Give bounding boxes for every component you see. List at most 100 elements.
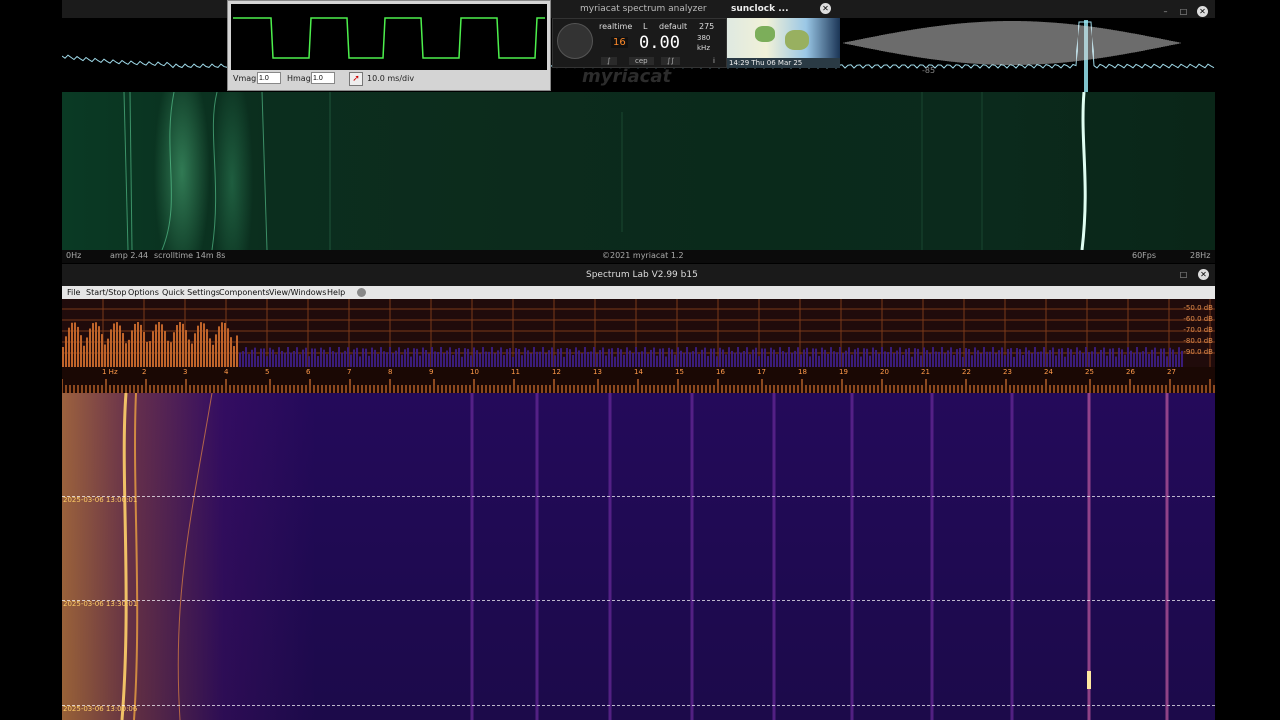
- myriacat-logo: myriacat: [582, 66, 672, 87]
- waterfall-bright-trace: [133, 393, 139, 720]
- info-icon[interactable]: i: [713, 57, 715, 65]
- minimize-icon[interactable]: –: [1160, 6, 1171, 17]
- db-label: -50.0 dB: [1183, 304, 1213, 312]
- axis-tick-label: 4: [224, 368, 229, 376]
- sunclock-datetime: 14:29 Thu 06 Mar 25: [729, 59, 803, 67]
- waterfall-strong-line: [1080, 92, 1087, 250]
- unit-label: kHz: [697, 44, 710, 52]
- waterfall-trace: [177, 393, 213, 720]
- amp-label: amp 2.44: [110, 251, 149, 260]
- mode-label[interactable]: realtime: [599, 22, 632, 31]
- oscilloscope-controls: Vmag Hmag ➚ 10.0 ms/div: [231, 71, 547, 89]
- db-label: -90.0 dB: [1183, 348, 1213, 356]
- cursor-icon[interactable]: ➚: [349, 72, 363, 86]
- oscilloscope-trace: [233, 17, 545, 59]
- menu-file[interactable]: File: [67, 288, 80, 297]
- hmag-label: Hmag: [287, 74, 311, 83]
- close-icon[interactable]: ✕: [1198, 269, 1209, 280]
- db-label: -80.0 dB: [1183, 337, 1213, 345]
- myriacat-control-panel: realtime L default 275 16 0.00 380 kHz ∫…: [552, 18, 727, 68]
- fps-label: 60Fps: [1132, 251, 1157, 260]
- myriacat-title: myriacat spectrum analyzer: [580, 4, 707, 14]
- vmag-input[interactable]: [257, 72, 281, 84]
- axis-ticks: [62, 379, 1215, 393]
- axis-tick-label: 11: [511, 368, 520, 376]
- myriacat-waterfall[interactable]: [62, 92, 1215, 250]
- knob-icon[interactable]: [557, 23, 593, 59]
- spectrum-lab-spectrum[interactable]: -50.0 dB -60.0 dB -70.0 dB -80.0 dB -90.…: [62, 299, 1215, 367]
- time-marker-line: [62, 496, 1215, 497]
- axis-tick-label: 19: [839, 368, 848, 376]
- axis-tick-label: 13: [593, 368, 602, 376]
- maximize-icon[interactable]: □: [1178, 269, 1189, 280]
- vmag-label: Vmag: [233, 74, 257, 83]
- oscilloscope-window[interactable]: Vmag Hmag ➚ 10.0 ms/div: [227, 0, 551, 91]
- axis-tick-label: 8: [388, 368, 393, 376]
- waterfall-hotspot: [1087, 671, 1091, 689]
- spectrum-lab-waterfall-lines: [120, 393, 1169, 720]
- axis-tick-label: 3: [183, 368, 188, 376]
- spectrum-lab-menubar: File Start/Stop Options Quick Settings C…: [62, 286, 1215, 299]
- value-mid: 380: [697, 34, 711, 42]
- scrolltime-label: scrolltime 14m 8s: [154, 251, 226, 260]
- timebase-label: 10.0 ms/div: [367, 74, 415, 83]
- frequency-axis[interactable]: 1 Hz 2 3 4 5 6 7 8 9 10 11 12 13 14 15 16 17 18 19 20 21 22 2…: [62, 367, 1215, 393]
- big-display: 0.00: [639, 33, 680, 53]
- freq-start-label: 0Hz: [66, 251, 82, 260]
- axis-tick-label: 20: [880, 368, 889, 376]
- audio-waveform: [843, 21, 1181, 65]
- small-display: 16: [611, 37, 628, 48]
- sunclock-map[interactable]: 14:29 Thu 06 Mar 25: [727, 18, 840, 68]
- hmag-input[interactable]: [311, 72, 335, 84]
- waterfall-vertical-lines: [470, 393, 1169, 720]
- axis-tick-label: 6: [306, 368, 311, 376]
- menu-options[interactable]: Options: [128, 288, 159, 297]
- preset-label[interactable]: default: [659, 22, 687, 31]
- db-label: -60.0 dB: [1183, 315, 1213, 323]
- map-landmass: [785, 30, 809, 50]
- axis-tick-label: 24: [1044, 368, 1053, 376]
- menu-view-windows[interactable]: View/Windows: [269, 288, 326, 297]
- channel-label[interactable]: L: [643, 22, 647, 31]
- status-indicator-icon: [357, 288, 366, 297]
- axis-tick-label: 23: [1003, 368, 1012, 376]
- spectrum-bars: [62, 322, 1183, 367]
- menu-help[interactable]: Help: [327, 288, 345, 297]
- close-icon[interactable]: ✕: [1197, 6, 1208, 17]
- axis-label-first: 1 Hz: [102, 368, 118, 376]
- spectrum-lab-spectrum-plot: [62, 299, 1215, 367]
- axis-tick-label: 7: [347, 368, 352, 376]
- sunclock-titlebar: sunclock ... ✕: [727, 0, 840, 18]
- timestamp-label: 2025-03-06 13:00:06: [63, 705, 138, 713]
- copyright-label: ©2021 myriacat 1.2: [602, 251, 684, 260]
- close-icon[interactable]: ✕: [820, 3, 831, 14]
- time-marker-line: [62, 600, 1215, 601]
- map-landmass: [755, 26, 775, 42]
- axis-tick-label: 25: [1085, 368, 1094, 376]
- double-integral-button[interactable]: ∫∫: [661, 57, 681, 65]
- spectrum-lab-waterfall[interactable]: 2025-03-06 13:00:01 2025-03-06 13:30:01 …: [62, 393, 1215, 720]
- axis-tick-label: 9: [429, 368, 434, 376]
- menu-quick-settings[interactable]: Quick Settings: [162, 288, 220, 297]
- menu-start-stop[interactable]: Start/Stop: [86, 288, 126, 297]
- cep-button[interactable]: cep: [629, 57, 654, 65]
- world-map: [727, 18, 840, 58]
- axis-tick-label: 12: [552, 368, 561, 376]
- timestamp-label: 2025-03-06 13:30:01: [63, 600, 138, 608]
- axis-tick-label: 15: [675, 368, 684, 376]
- axis-tick-label: 21: [921, 368, 930, 376]
- spectrum-lab-title: Spectrum Lab V2.99 b15: [586, 270, 698, 280]
- timestamp-label: 2025-03-06 13:00:01: [63, 496, 138, 504]
- axis-tick-label: 16: [716, 368, 725, 376]
- integral-button[interactable]: ∫: [601, 57, 617, 65]
- axis-tick-label: 27: [1167, 368, 1176, 376]
- axis-tick-label: 17: [757, 368, 766, 376]
- myriacat-statusbar: 0Hz amp 2.44 scrolltime 14m 8s ©2021 myr…: [62, 250, 1215, 263]
- axis-tick-label: 26: [1126, 368, 1135, 376]
- freq-end-label: 28Hz: [1190, 251, 1211, 260]
- sunclock-title: sunclock ...: [731, 4, 789, 14]
- db-scale: -50.0 dB -60.0 dB -70.0 dB -80.0 dB -90.…: [1183, 303, 1213, 358]
- window-controls: – □ ✕: [1160, 3, 1220, 17]
- menu-components[interactable]: Components: [219, 288, 270, 297]
- maximize-icon[interactable]: □: [1178, 6, 1189, 17]
